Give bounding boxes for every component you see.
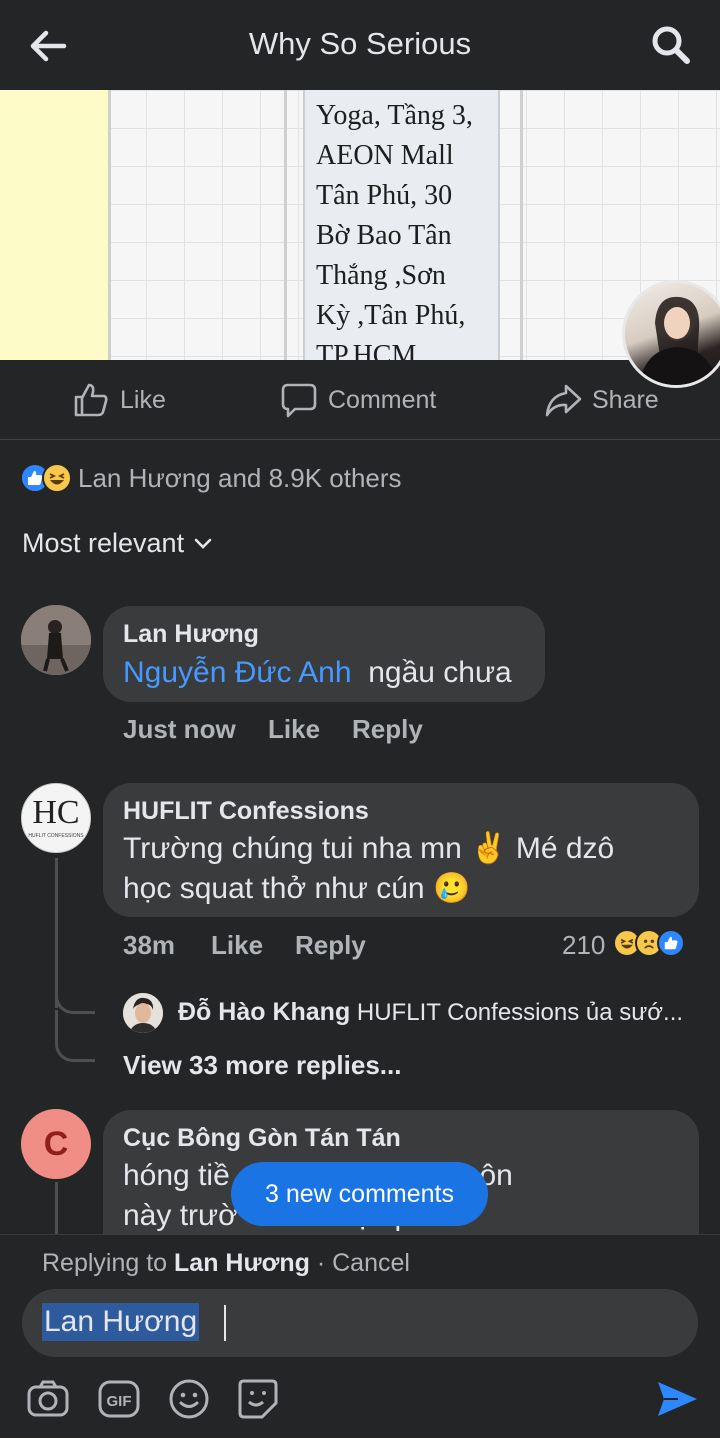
comment-reply-button[interactable]: Reply (352, 714, 423, 745)
like-button[interactable]: Like (72, 380, 166, 420)
comment-label: Comment (328, 385, 437, 414)
comment-text-line2: học squat thở như cún 🥲 (123, 872, 471, 905)
comment-text: Nguyễn Đức Anh ngầu chưa (123, 653, 512, 693)
thumbs-up-icon (74, 383, 108, 417)
comment-reaction-count[interactable]: 210 (562, 930, 605, 961)
sticker-icon[interactable] (236, 1377, 280, 1421)
mention-link[interactable]: Nguyễn Đức Anh (123, 656, 352, 689)
reply-text: HUFLIT Confessions ủa sướ... (356, 999, 684, 1026)
top-bar: Why So Serious (0, 0, 720, 90)
text-caret (224, 1305, 226, 1341)
person-photo-icon (21, 605, 91, 675)
reply-author[interactable]: Đỗ Hào Khang (178, 998, 350, 1026)
share-button[interactable]: Share (544, 380, 659, 420)
image-cell-text: Yoga, Tầng 3, AEON Mall Tân Phú, 30 Bờ B… (316, 100, 473, 360)
comment-reaction-icons[interactable] (613, 929, 685, 957)
gif-icon[interactable]: GIF (97, 1377, 141, 1421)
sort-label: Most relevant (22, 528, 185, 558)
comment-bubble-icon (281, 383, 317, 418)
image-column-line (108, 90, 111, 360)
comment-reply-button[interactable]: Reply (295, 930, 366, 961)
avatar-monogram: HC (32, 794, 80, 831)
comment-bubble[interactable]: Lan Hương Nguyễn Đức Anh ngầu chưa (103, 606, 545, 702)
like-reaction-icon (657, 929, 685, 957)
comment-body: ngầu chưa (368, 656, 512, 689)
comment-like-button[interactable]: Like (211, 930, 263, 961)
reply-preview[interactable]: Đỗ Hào Khang HUFLIT Confessions ủa sướ..… (178, 998, 698, 1027)
comment-input[interactable]: Lan Hương (22, 1289, 698, 1357)
post-image[interactable]: Yoga, Tầng 3, AEON Mall Tân Phú, 30 Bờ B… (0, 90, 720, 360)
reactions-summary[interactable]: Lan Hương and 8.9K others (20, 458, 402, 498)
comment-composer: Replying to Lan Hương · Cancel Lan Hương… (0, 1234, 720, 1438)
new-comments-button[interactable]: 3 new comments (231, 1162, 488, 1226)
send-icon[interactable] (654, 1377, 700, 1421)
replying-to-bar: Replying to Lan Hương · Cancel (42, 1249, 410, 1278)
sort-dropdown[interactable]: Most relevant (22, 528, 212, 559)
reactions-text: Lan Hương and 8.9K others (78, 462, 402, 493)
comment-author[interactable]: Cục Bông Gòn Tán Tán (123, 1124, 401, 1153)
comment-author[interactable]: HUFLIT Confessions (123, 797, 369, 826)
image-column-line (284, 90, 287, 360)
emoji-icon[interactable] (167, 1377, 211, 1421)
avatar[interactable] (123, 993, 163, 1033)
avatar[interactable]: HC HUFLIT CONFESSIONS (21, 783, 91, 853)
share-arrow-icon (545, 384, 582, 417)
avatar[interactable]: C (21, 1109, 91, 1179)
replying-name: Lan Hương (174, 1249, 310, 1277)
image-yellow-strip (0, 90, 108, 360)
svg-text:GIF: GIF (107, 1393, 132, 1410)
person-photo-icon (123, 993, 163, 1033)
like-label: Like (120, 385, 166, 414)
avatar[interactable] (21, 605, 91, 675)
search-icon[interactable] (650, 24, 692, 66)
replying-prefix: Replying to (42, 1249, 168, 1277)
avatar-letter: C (43, 1125, 69, 1163)
share-label: Share (592, 385, 659, 414)
thread-branch (55, 980, 95, 1014)
camera-icon[interactable] (26, 1377, 70, 1421)
thread-line (55, 1182, 58, 1234)
haha-reaction-icon (42, 463, 72, 493)
avatar-caption: HUFLIT CONFESSIONS (28, 833, 84, 839)
comment-time: Just now (123, 714, 236, 744)
post-actions-bar: Like Comment Share (0, 360, 720, 440)
comment-text-line1: Trường chúng tui nha mn ✌️ Mé dzô (123, 832, 615, 865)
view-more-replies[interactable]: View 33 more replies... (123, 1050, 401, 1081)
comment-author[interactable]: Lan Hương (123, 620, 259, 649)
comment-like-button[interactable]: Like (268, 714, 320, 745)
comment-time: 38m (123, 930, 176, 960)
comment-input-value[interactable]: Lan Hương (42, 1303, 200, 1341)
cancel-reply-button[interactable]: · Cancel (317, 1249, 410, 1277)
thread-branch (55, 1010, 95, 1062)
chevron-down-icon (194, 538, 212, 549)
page-title: Why So Serious (248, 26, 472, 61)
comment-button[interactable]: Comment (280, 380, 436, 420)
image-column-line (520, 90, 523, 360)
comment-bubble[interactable]: HUFLIT Confessions Trường chúng tui nha … (103, 783, 699, 917)
